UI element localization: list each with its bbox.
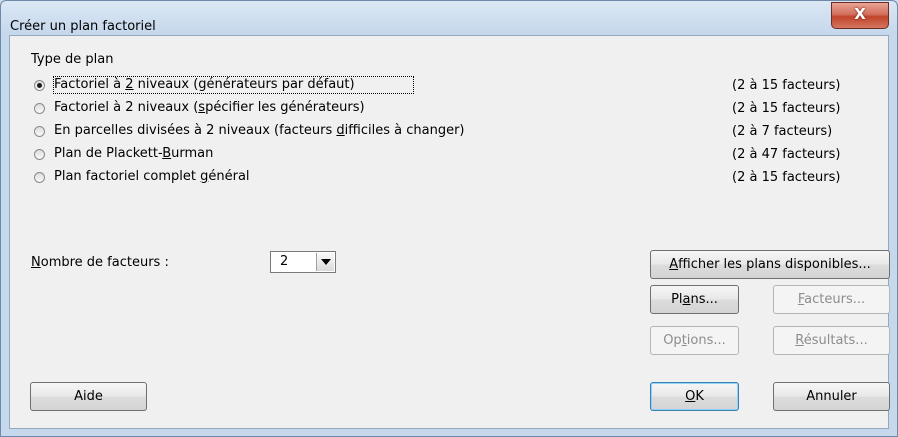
help-button[interactable]: Aide bbox=[30, 382, 147, 411]
radio-button[interactable] bbox=[34, 172, 45, 183]
option-label[interactable]: Plan factoriel complet général bbox=[54, 169, 250, 184]
radio-button[interactable] bbox=[34, 103, 45, 114]
results-button[interactable]: Résultats... bbox=[773, 326, 890, 355]
title-bar[interactable]: Créer un plan factoriel X bbox=[1, 1, 897, 35]
factor-range: (2 à 15 facteurs) bbox=[732, 170, 841, 185]
radio-selected-dot bbox=[37, 83, 42, 88]
plans-button[interactable]: Plans... bbox=[650, 285, 739, 314]
radio-button[interactable] bbox=[34, 80, 45, 91]
show-available-plans-button[interactable]: Afficher les plans disponibles... bbox=[650, 250, 890, 279]
factor-range: (2 à 47 facteurs) bbox=[732, 147, 841, 162]
factor-range: (2 à 7 facteurs) bbox=[732, 124, 833, 139]
close-icon: X bbox=[854, 5, 866, 23]
radio-button[interactable] bbox=[34, 149, 45, 160]
factor-range: (2 à 15 facteurs) bbox=[732, 101, 841, 116]
factor-count-value: 2 bbox=[280, 254, 289, 269]
factor-range: (2 à 15 facteurs) bbox=[732, 78, 841, 93]
factors-button[interactable]: Facteurs... bbox=[773, 285, 890, 314]
factor-count-select[interactable]: 2 bbox=[270, 251, 336, 273]
plan-type-label: Type de plan bbox=[31, 52, 114, 67]
option-label[interactable]: Factoriel à 2 niveaux (spécifier les gén… bbox=[54, 100, 365, 115]
focus-rectangle bbox=[53, 76, 414, 94]
radio-button[interactable] bbox=[34, 126, 45, 137]
factor-count-label: Nombre de facteurs : bbox=[31, 255, 169, 270]
ok-button[interactable]: OK bbox=[650, 382, 739, 411]
option-label[interactable]: En parcelles divisées à 2 niveaux (facte… bbox=[54, 123, 464, 138]
dialog-body: Type de plan Factoriel à 2 niveaux (géné… bbox=[9, 35, 890, 429]
dialog-window: Créer un plan factoriel X Type de plan F… bbox=[0, 0, 898, 437]
close-button[interactable]: X bbox=[831, 2, 889, 29]
cancel-button[interactable]: Annuler bbox=[773, 382, 890, 411]
window-title: Créer un plan factoriel bbox=[10, 19, 156, 34]
chevron-down-icon[interactable] bbox=[316, 253, 334, 271]
options-button[interactable]: Options... bbox=[650, 326, 739, 355]
option-label[interactable]: Plan de Plackett-Burman bbox=[54, 146, 213, 161]
